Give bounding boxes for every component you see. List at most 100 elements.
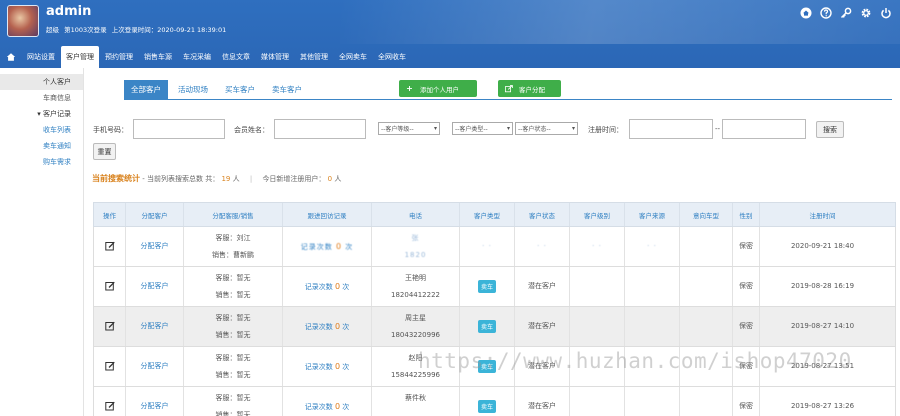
table-cell: 保密: [733, 307, 760, 346]
register-time-value: 2019-08-27 13:26: [790, 402, 855, 410]
customer-name: 张: [411, 233, 420, 242]
reg-time-label: 注册时间：: [588, 126, 623, 134]
table-cell: 保密: [733, 267, 760, 306]
role-label: 超级: [46, 26, 59, 34]
nav-car-inspection[interactable]: 车况采编: [178, 46, 216, 68]
tab-sellers[interactable]: 卖车客户: [265, 80, 309, 99]
followup-record-link[interactable]: 记录次数 0 次: [305, 278, 350, 295]
customer-status-value: 潜在客户: [528, 322, 556, 330]
table-row: 分配客户 客服：暂无 销售：暂无 记录次数 0 次王艳明 18204412222 卖车 潜在…: [93, 267, 896, 307]
table-cell: 潜在客户: [515, 307, 570, 346]
power-icon[interactable]: [880, 7, 892, 19]
customer-type-select[interactable]: --客户类型-- ▾: [452, 122, 513, 135]
service-value: 客服：暂无: [215, 273, 251, 282]
table-cell: 分配客户: [126, 227, 184, 266]
assign-customer-link[interactable]: 分配客户: [141, 318, 169, 335]
nav-sale-cars[interactable]: 销售车源: [139, 46, 177, 68]
edit-icon[interactable]: [104, 321, 115, 333]
customer-type-badge: 卖车: [477, 280, 496, 293]
search-button[interactable]: 搜索: [816, 121, 844, 138]
edit-icon[interactable]: [104, 241, 115, 253]
customer-type-badge: 卖车: [477, 360, 496, 373]
customer-level-select[interactable]: --客户等级-- ▾: [378, 122, 440, 135]
customer-phone: 18043220996: [391, 330, 440, 339]
table-cell: [570, 307, 625, 346]
key-icon[interactable]: [840, 7, 852, 19]
record-unit: 次: [345, 243, 354, 251]
table-cell: 分配客户: [126, 387, 184, 416]
service-value: 客服：刘江: [215, 233, 251, 242]
assign-customer-link[interactable]: 分配客户: [141, 278, 169, 295]
sidebar-item-sell-car-notice[interactable]: 卖车通知: [0, 138, 83, 154]
assign-customer-link[interactable]: 分配客户: [141, 398, 169, 415]
reset-button[interactable]: 重置: [93, 143, 116, 160]
reg-time-end-input[interactable]: [722, 119, 806, 139]
table-cell: 王艳明 18204412222: [372, 267, 460, 306]
edit-icon[interactable]: [104, 361, 115, 373]
edit-icon[interactable]: [104, 401, 115, 413]
col-intended-model: 意向车型: [680, 203, 733, 226]
gear-icon[interactable]: [860, 7, 872, 19]
chevron-down-icon: ▾: [571, 125, 575, 132]
nav-customer-management[interactable]: 客户管理: [61, 46, 99, 68]
table-cell: 卖车: [460, 267, 515, 306]
home-icon[interactable]: [0, 46, 22, 68]
customer-status-select[interactable]: --客户状态-- ▾: [515, 122, 578, 135]
assign-customer-link[interactable]: 分配客户: [141, 238, 169, 255]
followup-record-link[interactable]: 记录次数 0 次: [301, 238, 354, 255]
reg-time-start-input[interactable]: [629, 119, 713, 139]
member-name-input[interactable]: [274, 119, 366, 139]
nav-media[interactable]: 媒体管理: [256, 46, 294, 68]
table-cell: 卖车: [460, 307, 515, 346]
sales-value: 销售：曹新鹏: [212, 250, 254, 259]
table-cell: [94, 227, 126, 266]
sidebar-item-purchase-needs[interactable]: 购车需求: [0, 154, 83, 170]
chevron-down-icon: ▾: [506, 125, 510, 132]
nav-other[interactable]: 其他管理: [295, 46, 333, 68]
table-cell: [680, 307, 733, 346]
admin-name: admin: [46, 4, 92, 19]
customer-type-badge: 卖车: [477, 400, 496, 413]
avatar[interactable]: [7, 5, 39, 37]
add-user-button[interactable]: + 添加个人用户: [399, 80, 477, 97]
tab-event-site[interactable]: 活动现场: [171, 80, 215, 99]
nav-articles[interactable]: 信息文章: [217, 46, 255, 68]
followup-record-link[interactable]: 记录次数 0 次: [305, 358, 350, 375]
record-label: 记录次数: [304, 403, 333, 411]
table-cell: 卖车: [460, 347, 515, 386]
share-icon: [504, 84, 513, 93]
sidebar-item-buy-car-list[interactable]: 收车列表: [0, 122, 83, 138]
add-user-label: 添加个人用户: [420, 85, 459, 94]
sidebar-item-dealer-info[interactable]: 车商信息: [0, 90, 83, 106]
assign-customer-button[interactable]: 客户分配: [498, 80, 561, 97]
table-cell: [570, 267, 625, 306]
nav-appointment-management[interactable]: 预约管理: [100, 46, 138, 68]
nav-website-settings[interactable]: 网站设置: [22, 46, 60, 68]
followup-record-link[interactable]: 记录次数 0 次: [305, 398, 350, 415]
col-operation: 操作: [94, 203, 126, 226]
table-row: 分配客户 客服：刘江 销售：曹新鹏 记录次数 0 次张 1820 · · · · · · · ·…: [93, 227, 896, 267]
register-time-value: 2019-08-28 16:19: [790, 282, 855, 290]
table-cell: [680, 267, 733, 306]
tab-buyers[interactable]: 买车客户: [218, 80, 262, 99]
sidebar-group-customer-records[interactable]: ▾ 客户记录: [0, 106, 83, 122]
table-cell: 张 1820: [372, 227, 460, 266]
tab-all-customers[interactable]: 全部客户: [124, 80, 168, 99]
edit-icon[interactable]: [104, 281, 115, 293]
nav-sell-car-network[interactable]: 全网卖车: [334, 46, 372, 68]
top-header: admin 超级 第1003次登录 上次登录时间：2020-09-21 18:3…: [0, 0, 900, 68]
table-cell: 卖车: [460, 387, 515, 416]
followup-record-link[interactable]: 记录次数 0 次: [305, 318, 350, 335]
home-circle-icon[interactable]: [800, 7, 812, 19]
register-time-value: 2020-09-21 18:40: [790, 242, 855, 250]
table-cell: [625, 387, 680, 416]
assign-customer-link[interactable]: 分配客户: [141, 358, 169, 375]
nav-buy-car-network[interactable]: 全网收车: [373, 46, 411, 68]
range-separator: --: [715, 125, 721, 133]
sales-value: 销售：暂无: [215, 410, 251, 416]
sidebar-item-personal-customers[interactable]: 个人客户: [0, 74, 83, 90]
phone-input[interactable]: [133, 119, 225, 139]
sidebar: 个人客户 车商信息 ▾ 客户记录 收车列表 卖车通知 购车需求: [0, 68, 84, 416]
table-cell: [94, 267, 126, 306]
help-icon[interactable]: [820, 7, 832, 19]
